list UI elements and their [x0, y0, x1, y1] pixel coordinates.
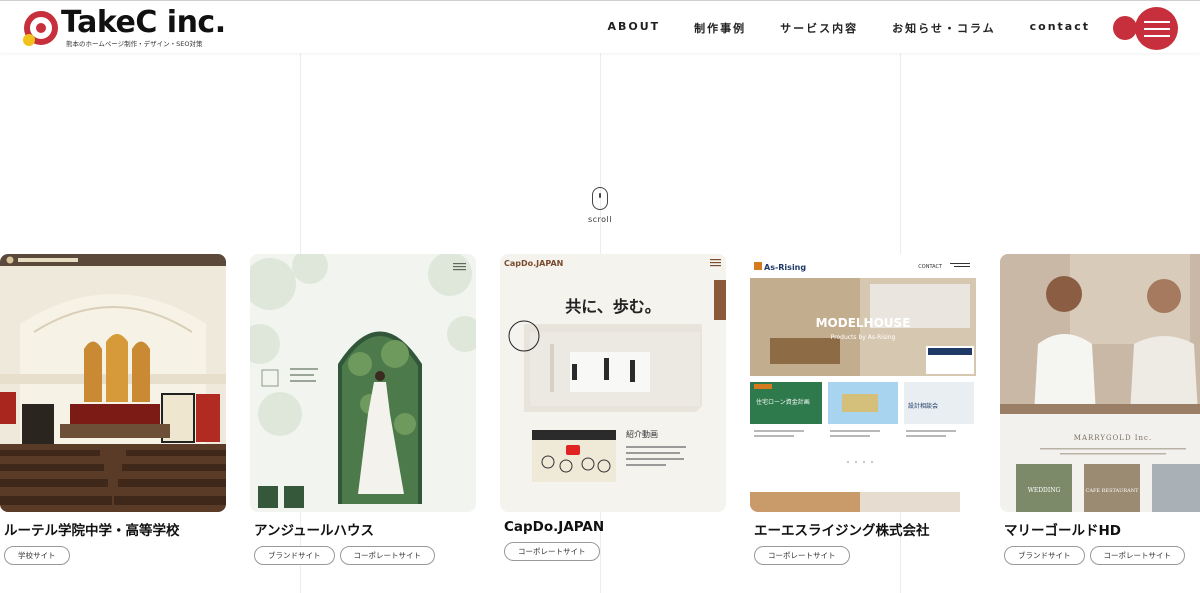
mouse-icon	[592, 187, 608, 210]
asrising-tile1: 住宅ローン資金計画	[756, 398, 810, 406]
nav-about[interactable]: ABOUT	[607, 20, 660, 36]
scroll-label: scroll	[587, 215, 613, 224]
nav-services[interactable]: サービス内容	[780, 20, 858, 36]
work-card[interactable]: アンジュールハウス ブランドサイト コーポレートサイト	[250, 254, 476, 565]
work-tags: コーポレートサイト	[500, 542, 726, 561]
page: TakeC inc. 熊本のホームページ制作・デザイン・SEO対策 ABOUT …	[0, 0, 1200, 593]
asrising-tile3: 設計相談会	[908, 402, 938, 410]
work-title[interactable]: CapDo.JAPAN	[500, 519, 726, 535]
work-tags: ブランドサイト コーポレートサイト	[1000, 546, 1200, 565]
capdo-site-image: CapDo.JAPAN 共に、歩む。 紹介動画	[500, 254, 726, 512]
works-carousel: ルーテル学院中学・高等学校 学校サイト アンジュールハウス ブランドサイト コー…	[0, 254, 1200, 593]
menu-button[interactable]	[1135, 7, 1178, 50]
work-thumbnail[interactable]: As-Rising CONTACT MODELHOUSE Products by…	[750, 254, 976, 512]
marrygold-wedding: WEDDING	[1028, 487, 1061, 494]
work-thumbnail[interactable]: MARRYGOLD Inc. WEDDING CAFE RESTAURANT	[1000, 254, 1200, 512]
nav-works[interactable]: 制作事例	[694, 20, 746, 36]
work-title[interactable]: アンジュールハウス	[250, 519, 476, 539]
hamburger-icon	[1144, 35, 1170, 37]
work-thumbnail[interactable]	[0, 254, 226, 512]
work-tag[interactable]: ブランドサイト	[1004, 546, 1085, 565]
capdo-logo-text: CapDo.JAPAN	[504, 259, 563, 268]
work-title[interactable]: ルーテル学院中学・高等学校	[0, 519, 226, 539]
logo-subtitle: 熊本のホームページ制作・デザイン・SEO対策	[66, 40, 203, 48]
work-thumbnail[interactable]	[250, 254, 476, 512]
chapel-interior-image	[0, 254, 226, 512]
asrising-contact-link: CONTACT	[918, 264, 943, 270]
work-tag[interactable]: 学校サイト	[4, 546, 70, 565]
work-thumbnail[interactable]: CapDo.JAPAN 共に、歩む。 紹介動画	[500, 254, 726, 512]
work-title[interactable]: エーエスライジング株式会社	[750, 519, 976, 539]
work-tags: 学校サイト	[0, 546, 226, 565]
work-tags: ブランドサイト コーポレートサイト	[250, 546, 476, 565]
site-header: TakeC inc. 熊本のホームページ制作・デザイン・SEO対策 ABOUT …	[0, 1, 1200, 53]
asrising-hero-subtitle: Products by As-Rising	[831, 334, 896, 341]
work-title[interactable]: マリーゴールドHD	[1000, 519, 1200, 539]
marrygold-site-image: MARRYGOLD Inc. WEDDING CAFE RESTAURANT	[1000, 254, 1200, 512]
work-tags: コーポレートサイト	[750, 546, 976, 565]
site-logo[interactable]: TakeC inc. 熊本のホームページ制作・デザイン・SEO対策	[22, 5, 232, 48]
scroll-indicator[interactable]: scroll	[583, 187, 617, 224]
work-tag[interactable]: コーポレートサイト	[1089, 546, 1185, 565]
asrising-hero-title: MODELHOUSE	[816, 316, 911, 330]
nav-contact[interactable]: contact	[1030, 20, 1090, 36]
marrygold-cafe: CAFE RESTAURANT	[1086, 488, 1140, 494]
capdo-heading: 共に、歩む。	[565, 297, 661, 316]
work-tag[interactable]: コーポレートサイト	[339, 546, 435, 565]
hamburger-icon	[1144, 21, 1170, 23]
work-tag[interactable]: コーポレートサイト	[504, 542, 600, 561]
logo-text: TakeC inc.	[61, 5, 226, 40]
hamburger-icon	[1144, 28, 1170, 30]
logo-mark-icon	[23, 11, 58, 46]
menu-decoration-dot	[1113, 16, 1137, 40]
wedding-arch-image	[250, 254, 476, 512]
work-card[interactable]: CapDo.JAPAN 共に、歩む。 紹介動画 CapDo.JAPAN コーポレ…	[500, 254, 726, 561]
work-card[interactable]: MARRYGOLD Inc. WEDDING CAFE RESTAURANT マ…	[1000, 254, 1200, 565]
main-nav: ABOUT 制作事例 サービス内容 お知らせ・コラム contact	[607, 20, 1090, 36]
work-tag[interactable]: ブランドサイト	[254, 546, 335, 565]
work-tag[interactable]: コーポレートサイト	[754, 546, 850, 565]
nav-news[interactable]: お知らせ・コラム	[892, 20, 995, 36]
capdo-section-title: 紹介動画	[626, 429, 658, 439]
asrising-logo-text: As-Rising	[764, 263, 806, 272]
asrising-site-image: As-Rising CONTACT MODELHOUSE Products by…	[750, 254, 976, 512]
marrygold-brand: MARRYGOLD Inc.	[1074, 434, 1152, 442]
work-card[interactable]: As-Rising CONTACT MODELHOUSE Products by…	[750, 254, 976, 565]
work-card[interactable]: ルーテル学院中学・高等学校 学校サイト	[0, 254, 226, 565]
